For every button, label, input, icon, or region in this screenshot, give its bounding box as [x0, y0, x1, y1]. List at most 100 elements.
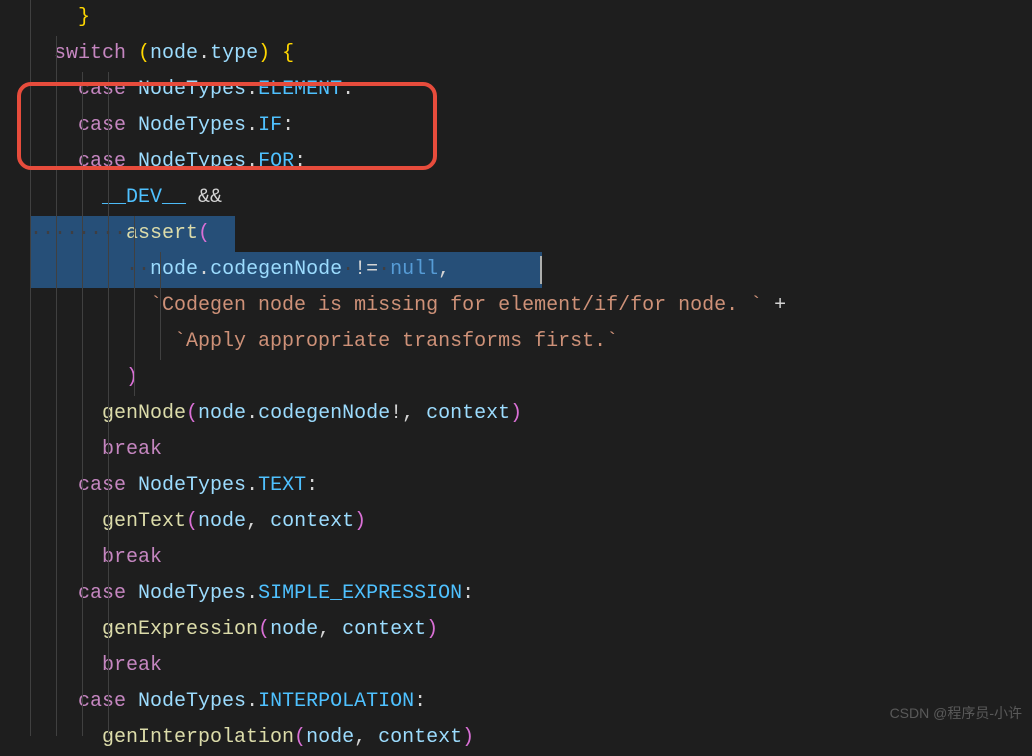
whitespace: ··	[126, 258, 150, 281]
code-line[interactable]: `Codegen node is missing for element/if/…	[30, 288, 1032, 324]
keyword-case: case	[78, 78, 126, 101]
operator: &&	[186, 186, 222, 209]
code-line[interactable]: case NodeTypes.FOR:	[30, 144, 1032, 180]
identifier: NodeTypes	[126, 78, 246, 101]
punct: :	[282, 114, 294, 137]
keyword-switch: switch	[54, 42, 126, 65]
identifier: NodeTypes	[126, 582, 246, 605]
identifier: context	[426, 402, 510, 425]
code-line[interactable]: case NodeTypes.INTERPOLATION:	[30, 684, 1032, 720]
paren: (	[126, 42, 150, 65]
function-call: genExpression	[102, 618, 258, 641]
keyword-case: case	[78, 474, 126, 497]
enum-member: TEXT	[258, 474, 306, 497]
paren: (	[186, 402, 198, 425]
paren: (	[258, 618, 270, 641]
code-line[interactable]: break	[30, 432, 1032, 468]
code-line[interactable]: genText(node, context)	[30, 504, 1032, 540]
identifier: node	[150, 258, 198, 281]
identifier: node	[198, 510, 246, 533]
punct: :	[414, 690, 426, 713]
code-line[interactable]: genExpression(node, context)	[30, 612, 1032, 648]
paren: (	[198, 222, 210, 245]
whitespace: ········	[30, 222, 126, 245]
code-line[interactable]: switch (node.type) {	[30, 36, 1032, 72]
enum-member: FOR	[258, 150, 294, 173]
identifier: node	[198, 402, 246, 425]
indent-guide	[134, 216, 135, 396]
operator: !=	[354, 258, 378, 281]
punct: :	[306, 474, 318, 497]
code-line[interactable]: }	[30, 0, 1032, 36]
brace-close: }	[54, 6, 90, 29]
punct: .	[246, 690, 258, 713]
code-line[interactable]: case NodeTypes.ELEMENT:	[30, 72, 1032, 108]
code-line[interactable]: genInterpolation(node, context)	[30, 720, 1032, 756]
keyword-break: break	[102, 654, 162, 677]
code-line[interactable]: genNode(node.codegenNode!, context)	[30, 396, 1032, 432]
paren: )	[426, 618, 438, 641]
indent-guide	[108, 72, 109, 736]
whitespace: ·	[378, 258, 390, 281]
keyword-case: case	[78, 150, 126, 173]
paren: )	[462, 726, 474, 749]
punct: .	[198, 42, 210, 65]
punct: .	[246, 402, 258, 425]
function-call: genText	[102, 510, 186, 533]
operator: !	[390, 402, 402, 425]
code-line[interactable]: break	[30, 540, 1032, 576]
code-line[interactable]: case NodeTypes.IF:	[30, 108, 1032, 144]
paren: )	[126, 366, 138, 389]
enum-member: SIMPLE_EXPRESSION	[258, 582, 462, 605]
code-line[interactable]: `Apply appropriate transforms first.`	[30, 324, 1032, 360]
identifier: context	[270, 510, 354, 533]
brace: {	[282, 42, 294, 65]
code-editor[interactable]: } switch (node.type) { case NodeTypes.EL…	[0, 0, 1032, 756]
keyword-break: break	[102, 438, 162, 461]
code-line[interactable]: case NodeTypes.SIMPLE_EXPRESSION:	[30, 576, 1032, 612]
code-line[interactable]: case NodeTypes.TEXT:	[30, 468, 1032, 504]
paren: (	[186, 510, 198, 533]
indent-guide	[160, 252, 161, 360]
punct: :	[342, 78, 354, 101]
code-line[interactable]: break	[30, 648, 1032, 684]
code-line[interactable]: )	[30, 360, 1032, 396]
function-call: assert	[126, 222, 198, 245]
punct: .	[246, 114, 258, 137]
string-literal: `Apply appropriate transforms first.`	[174, 330, 618, 353]
indent-guide	[56, 36, 57, 736]
identifier: NodeTypes	[126, 690, 246, 713]
punct: ,	[246, 510, 270, 533]
paren: )	[354, 510, 366, 533]
identifier: codegenNode	[210, 258, 342, 281]
identifier: NodeTypes	[126, 114, 246, 137]
identifier: context	[378, 726, 462, 749]
punct: :	[294, 150, 306, 173]
identifier: node	[150, 42, 198, 65]
indent-guide	[82, 72, 83, 736]
identifier: codegenNode	[258, 402, 390, 425]
keyword-case: case	[78, 690, 126, 713]
code-line[interactable]: __DEV__ &&	[30, 180, 1032, 216]
punct: ,	[354, 726, 378, 749]
punct: ,	[318, 618, 342, 641]
punct: .	[198, 258, 210, 281]
enum-member: INTERPOLATION	[258, 690, 414, 713]
paren: )	[510, 402, 522, 425]
punct: ,	[438, 258, 450, 281]
identifier-dev: __DEV__	[102, 186, 186, 209]
punct: ,	[402, 402, 426, 425]
null-literal: null	[390, 258, 438, 281]
code-line[interactable]: ········assert(	[30, 216, 1032, 252]
indent-guide	[30, 0, 31, 736]
operator: +	[762, 294, 786, 317]
identifier: node	[306, 726, 354, 749]
enum-member: ELEMENT	[258, 78, 342, 101]
identifier: type	[210, 42, 258, 65]
identifier: NodeTypes	[126, 474, 246, 497]
code-line[interactable]: ··node.codegenNode·!=·null,	[30, 252, 1032, 288]
watermark: CSDN @程序员-小许	[890, 695, 1022, 731]
identifier: node	[270, 618, 318, 641]
keyword-case: case	[78, 114, 126, 137]
function-call: genInterpolation	[102, 726, 294, 749]
